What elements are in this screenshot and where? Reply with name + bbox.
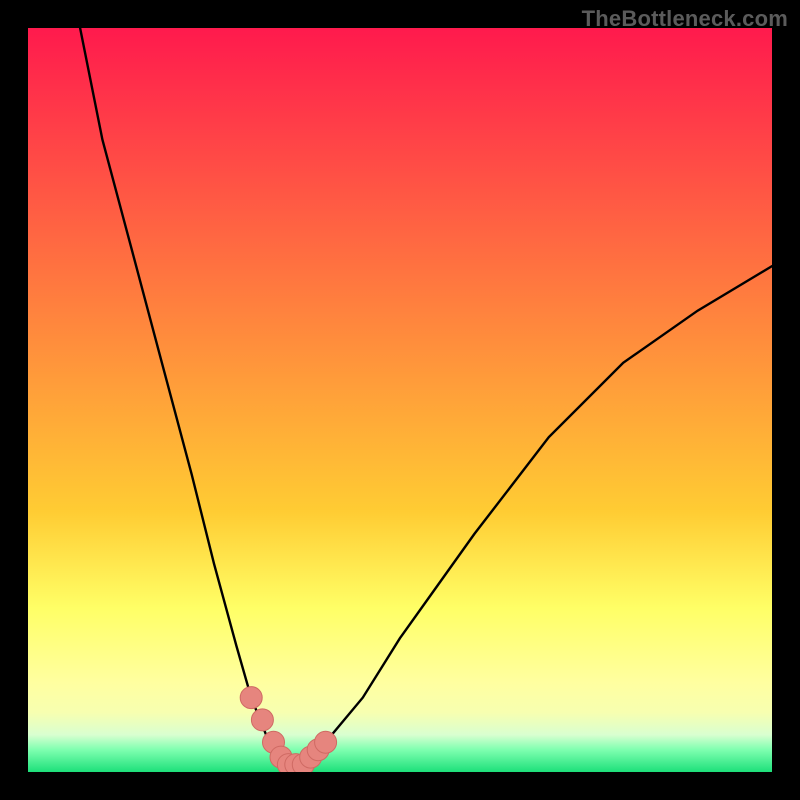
gradient-background [28,28,772,772]
plot-area [28,28,772,772]
marker-point [251,709,273,731]
chart-frame: TheBottleneck.com [0,0,800,800]
marker-point [240,687,262,709]
watermark-label: TheBottleneck.com [582,6,788,32]
marker-point [315,731,337,753]
chart-svg [28,28,772,772]
